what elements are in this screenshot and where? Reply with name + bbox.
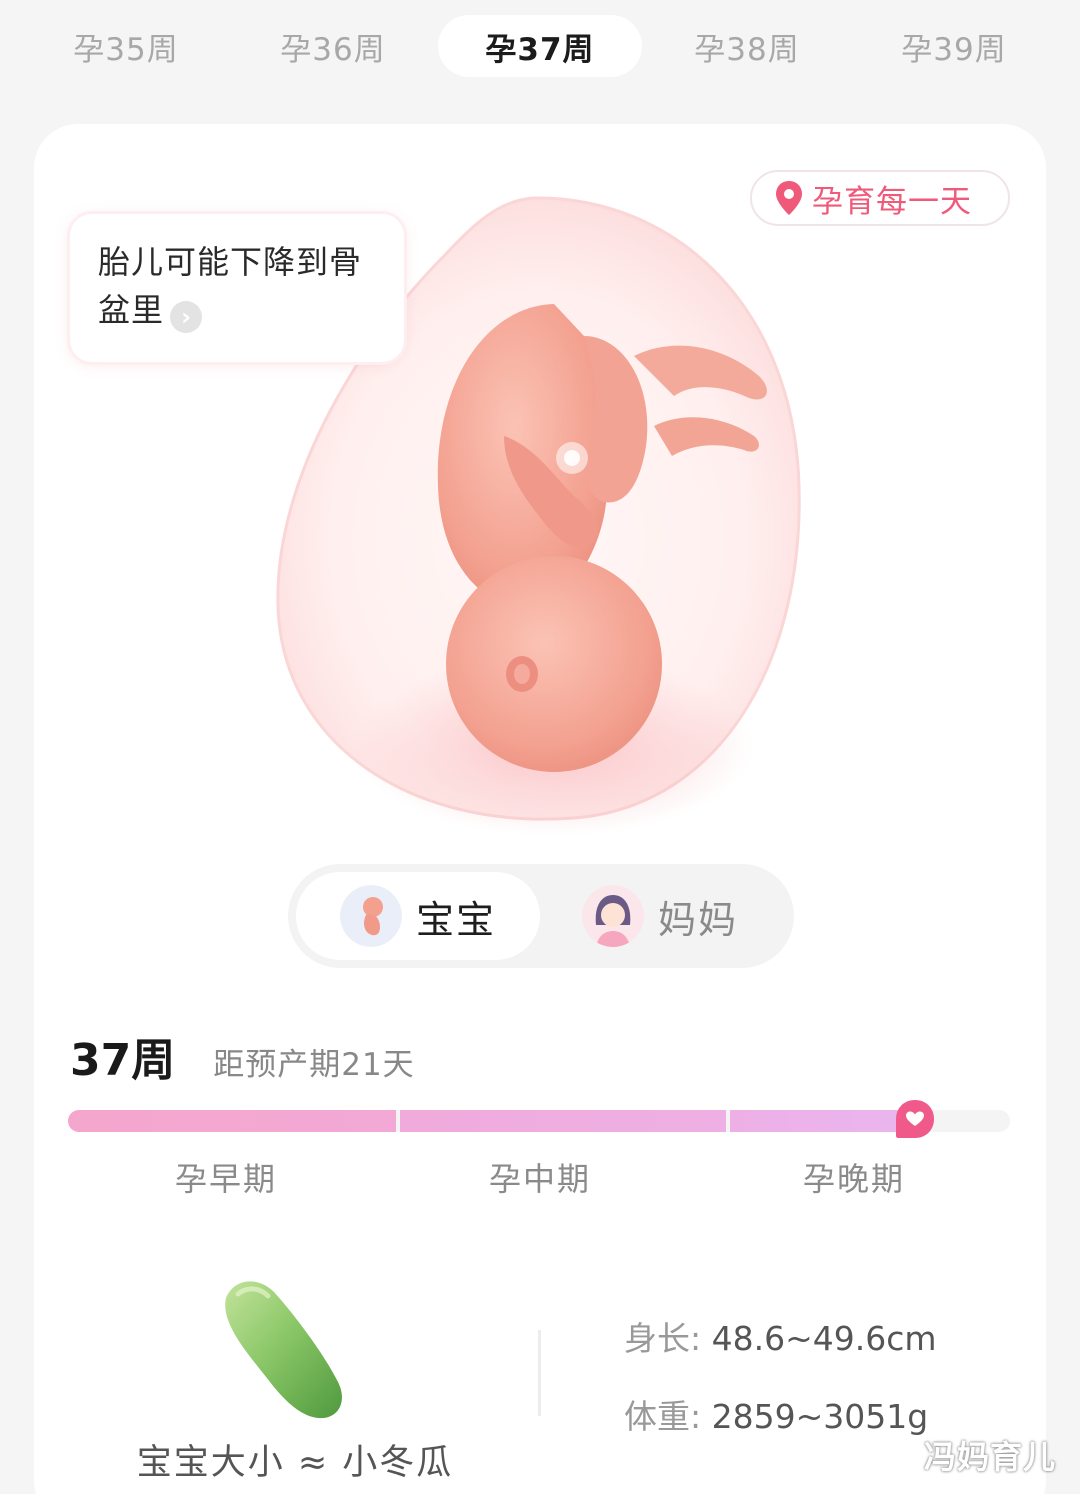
tab-week-37[interactable]: 孕37周: [438, 15, 642, 77]
weight-label: 体重:: [624, 1397, 702, 1436]
toggle-mom[interactable]: 妈妈: [582, 872, 792, 960]
stage-mid: 孕中期: [488, 1160, 591, 1198]
week-tabs: 孕35周 孕36周 孕37周 孕38周 孕39周: [0, 0, 1080, 92]
tab-week-36[interactable]: 孕36周: [231, 15, 435, 77]
due-countdown: 距预产期21天: [213, 1047, 415, 1083]
toggle-mom-label: 妈妈: [658, 897, 739, 942]
current-week: 37周: [70, 1035, 176, 1086]
watermark: 冯妈育儿: [924, 1438, 1057, 1476]
weight-value: 2859~3051g: [711, 1397, 929, 1436]
tab-week-39[interactable]: 孕39周: [852, 15, 1056, 77]
stage-early: 孕早期: [174, 1160, 277, 1198]
length-label: 身长:: [624, 1319, 702, 1358]
mom-avatar-icon: [582, 885, 644, 947]
toggle-baby[interactable]: 宝宝: [296, 872, 540, 960]
location-pin-icon: [776, 181, 802, 215]
location-chip-label: 孕育每一天: [812, 183, 972, 220]
stage-late: 孕晚期: [802, 1160, 905, 1198]
length-stat: 身长: 48.6~49.6cm: [624, 1312, 937, 1360]
chevron-right-icon[interactable]: ›: [170, 300, 203, 333]
weight-stat: 体重: 2859~3051g: [624, 1390, 928, 1438]
heart-icon: [896, 1100, 934, 1138]
toggle-baby-label: 宝宝: [416, 897, 497, 942]
pregnancy-progress-bar: [68, 1100, 1012, 1138]
tip-text: 胎儿可能下降到骨盆里: [98, 243, 363, 329]
winter-melon-image: [225, 1281, 342, 1419]
size-caption: 宝宝大小 ≈ 小冬瓜: [136, 1443, 454, 1483]
progress-segment-early: [68, 1110, 396, 1132]
baby-avatar-icon: [340, 885, 402, 947]
status-line: 37周 距预产期21天: [70, 1024, 415, 1088]
tab-week-35[interactable]: 孕35周: [24, 15, 228, 77]
baby-mom-toggle: 宝宝 妈妈: [288, 864, 794, 968]
tab-week-38[interactable]: 孕38周: [645, 15, 849, 77]
progress-segment-late: [730, 1110, 912, 1132]
pregnancy-card: 孕育每一天 胎儿可能下降到骨盆里 › 宝宝 妈妈 37周 距预产期21天 孕早期…: [34, 124, 1046, 1494]
progress-segment-mid: [400, 1110, 726, 1132]
length-value: 48.6~49.6cm: [711, 1319, 937, 1358]
divider: [538, 1330, 541, 1416]
tip-bubble[interactable]: 胎儿可能下降到骨盆里 ›: [70, 214, 404, 362]
location-chip[interactable]: 孕育每一天: [750, 170, 1010, 226]
